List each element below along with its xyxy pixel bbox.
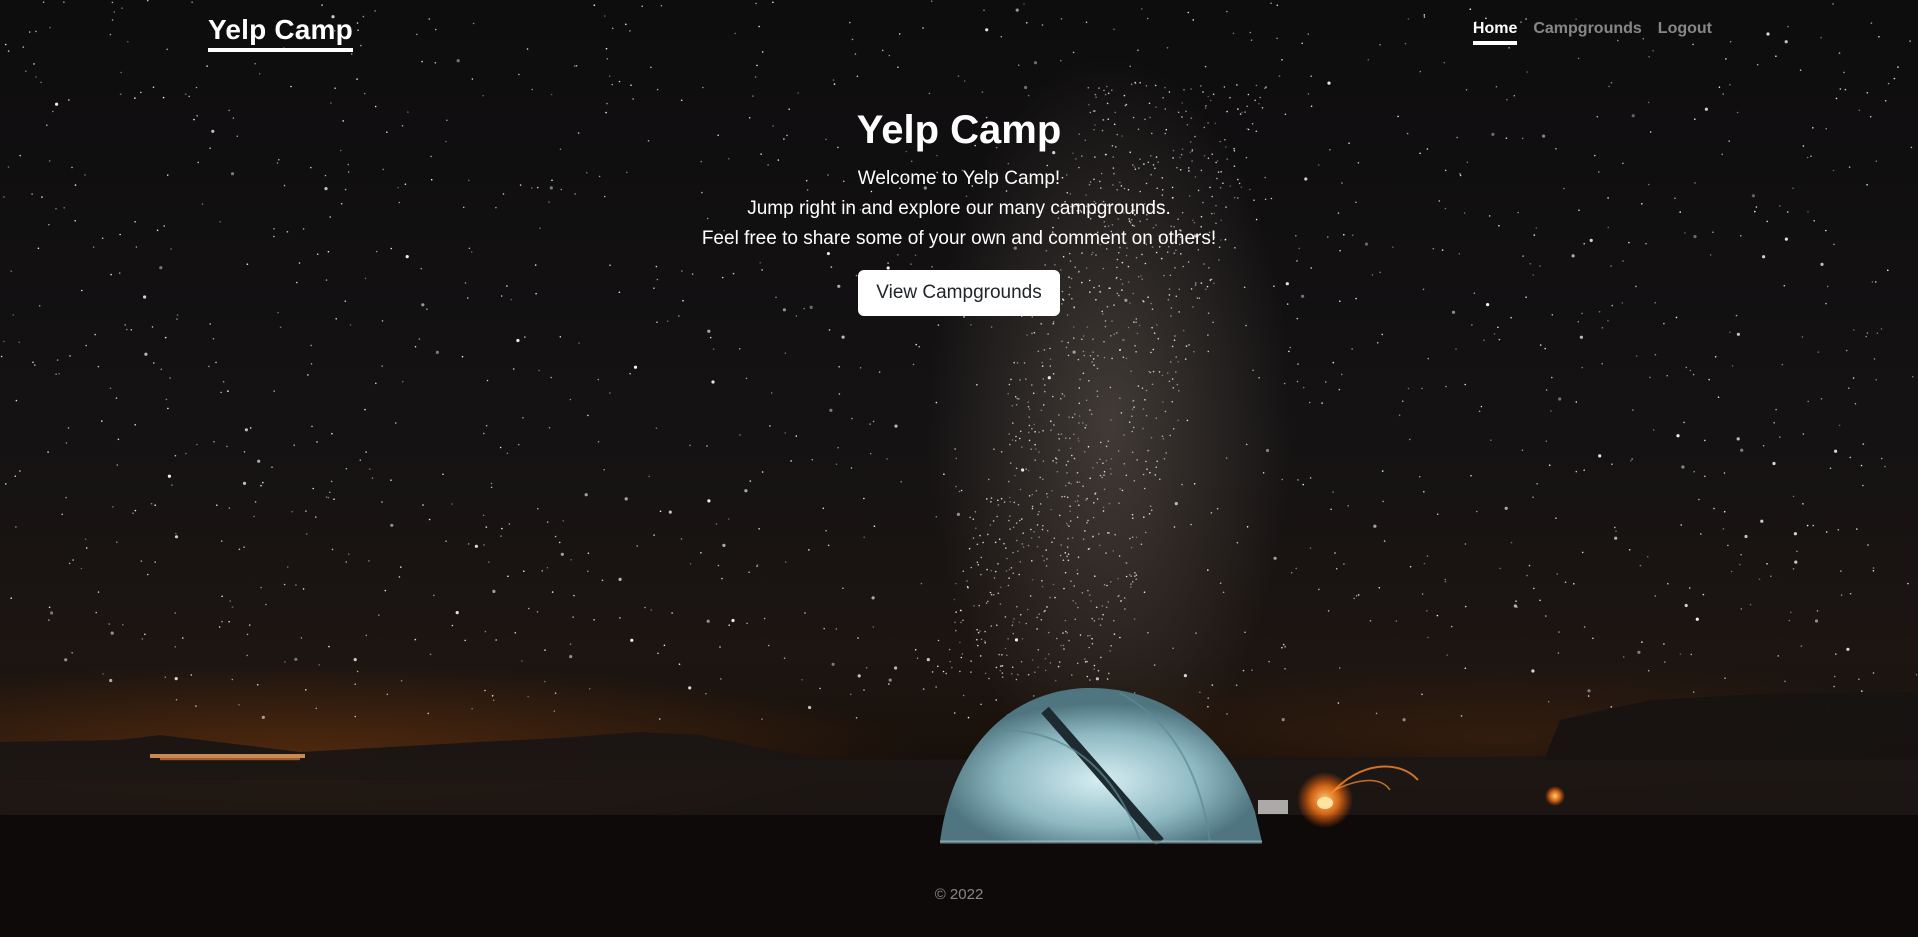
landing-page: Yelp Camp Home Campgrounds Logout Yelp C… [0,0,1918,937]
hero-share-text: Feel free to share some of your own and … [701,228,1217,249]
hero-explore-text: Jump right in and explore our many campg… [747,198,1171,219]
view-campgrounds-button[interactable]: View Campgrounds [858,270,1060,316]
hero-welcome-text: Welcome to Yelp Camp! [857,168,1061,189]
navbar: Yelp Camp Home Campgrounds Logout [0,0,1918,70]
nav-link-logout[interactable]: Logout [1658,20,1712,45]
brand-logo-link[interactable]: Yelp Camp [208,14,353,52]
nav-link-campgrounds[interactable]: Campgrounds [1533,20,1641,45]
hero-title: Yelp Camp [856,108,1062,152]
tent-illustration [940,687,1262,846]
copyright-text: © 2022 [934,886,984,903]
nav-link-home[interactable]: Home [1472,20,1518,45]
nav-links: Home Campgrounds Logout [1472,20,1712,45]
footer: © 2022 [0,886,1918,903]
hero-section: Yelp Camp Welcome to Yelp Camp! Jump rig… [0,104,1918,316]
